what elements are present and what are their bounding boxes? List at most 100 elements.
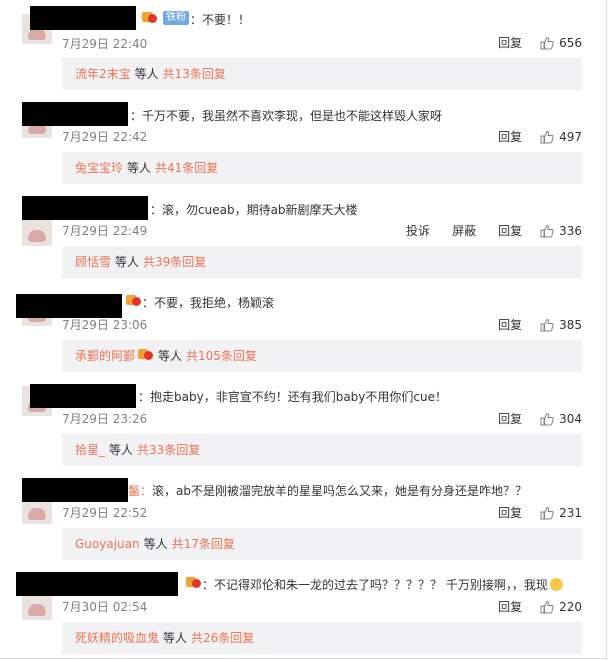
comment-prefix: 鬣： xyxy=(128,484,153,498)
comment-body: 滚，ab不是刚被溜完放羊的星星吗怎么又来，她是有分身还是咋地？？ xyxy=(152,484,527,498)
comment-date: 7月30日 02:54 xyxy=(62,600,148,614)
others-label: 等人 xyxy=(134,67,159,81)
comment-text: ：千万不要，我虽然不喜欢李现，但是也不能这样毁人家呀 xyxy=(130,107,442,124)
reply-summary: 流年2末宝 等人 共13条回复 xyxy=(62,58,582,90)
reply-summary: 兔宝宝玲 等人 共41条回复 xyxy=(62,152,582,184)
like-button[interactable]: 385 xyxy=(540,318,582,332)
thumbs-up-icon xyxy=(540,318,554,331)
reply-user-link[interactable]: 兔宝宝玲 xyxy=(75,161,123,175)
avatar-face xyxy=(28,604,46,616)
comment-text: ：不要，我拒绝，杨颖滚 xyxy=(142,296,275,310)
others-label: 等人 xyxy=(163,631,188,645)
comment-actions: 回复 231 xyxy=(476,504,582,521)
comment-item: ：抱走baby，非官宣不约！还有我们baby不用你们cue！ 7月29日 23:… xyxy=(0,376,606,470)
redacted-username xyxy=(22,196,148,220)
reply-count-link[interactable]: 共33条回复 xyxy=(137,443,200,457)
comment-prefix: ： xyxy=(150,203,163,217)
like-count: 656 xyxy=(559,35,582,50)
comment-item: 铁粉 ：不要！！ 7月29日 22:40 回复 656 流年2末宝 等人 共13条回… xyxy=(0,0,606,94)
reply-count-link[interactable]: 共105条回复 xyxy=(186,349,257,363)
thumbs-up-icon xyxy=(540,600,554,613)
redacted-username xyxy=(30,6,136,30)
reply-button[interactable]: 回复 xyxy=(498,504,522,521)
comment-date: 7月29日 22:49 xyxy=(62,224,148,238)
reply-user-link[interactable]: 拾星_ xyxy=(75,443,105,457)
others-label: 等人 xyxy=(109,443,134,457)
reply-button[interactable]: 回复 xyxy=(498,128,522,145)
heart-icon xyxy=(144,351,154,360)
reply-count-link[interactable]: 共26条回复 xyxy=(191,631,254,645)
reply-count-link[interactable]: 共39条回复 xyxy=(143,255,206,269)
reply-user-link[interactable]: 承鄞的阿鄞 xyxy=(75,349,135,363)
comment-text: ：抱走baby，非官宣不约！还有我们baby不用你们cue！ xyxy=(138,388,447,405)
redacted-username xyxy=(16,294,122,318)
comment-item: ：千万不要，我虽然不喜欢李现，但是也不能这样毁人家呀 7月29日 22:42 回… xyxy=(0,94,606,188)
reply-button[interactable]: 回复 xyxy=(498,410,522,427)
like-button[interactable]: 220 xyxy=(540,600,582,614)
report-button[interactable]: 投诉 xyxy=(406,222,430,239)
reply-summary: 承鄞的阿鄞 等人 共105条回复 xyxy=(62,340,582,372)
thumbs-up-icon xyxy=(540,130,554,143)
comment-actions: 回复 220 xyxy=(476,598,582,615)
comment-date: 7月29日 23:06 xyxy=(62,318,148,332)
heart-icon xyxy=(192,579,201,588)
reply-summary: 死妖精的吸血鬼 等人 共26条回复 xyxy=(62,622,582,654)
reply-user-link[interactable]: Guoyajuan xyxy=(75,537,140,551)
like-count: 220 xyxy=(559,599,582,614)
comment-actions: 回复 656 xyxy=(476,34,582,51)
like-button[interactable]: 336 xyxy=(540,224,582,238)
comment-prefix: ： xyxy=(130,109,143,123)
others-label: 等人 xyxy=(143,537,168,551)
reply-summary: Guoyajuan 等人 共17条回复 xyxy=(62,528,582,560)
comment-date: 7月29日 22:42 xyxy=(62,130,148,144)
like-count: 497 xyxy=(559,129,582,144)
comment-date: 7月29日 22:40 xyxy=(62,37,148,51)
like-button[interactable]: 304 xyxy=(540,412,582,426)
like-button[interactable]: 497 xyxy=(540,130,582,144)
like-count: 385 xyxy=(559,317,582,332)
reply-count-link[interactable]: 共13条回复 xyxy=(163,67,226,81)
others-label: 等人 xyxy=(115,255,140,269)
reply-user-link[interactable]: 顾恬雪 xyxy=(75,255,111,269)
avatar-face xyxy=(28,230,46,242)
reply-count-link[interactable]: 共17条回复 xyxy=(172,537,235,551)
thumbs-up-icon xyxy=(540,36,554,49)
vip-icon xyxy=(142,12,158,24)
comment-prefix: ： xyxy=(138,390,151,404)
redacted-username xyxy=(30,384,136,408)
vip-icon xyxy=(126,295,142,307)
comment-text: ：滚，勿cueab，期待ab新剧摩天大楼 xyxy=(150,201,358,218)
reply-button[interactable]: 回复 xyxy=(498,34,522,51)
comment-item: ：不记得邓伦和朱一龙的过去了吗？？？？？ 千万别接啊，，我现 7月30日 02:… xyxy=(0,564,606,658)
comment-text: 鬣：滚，ab不是刚被溜完放羊的星星吗怎么又来，她是有分身还是咋地？？ xyxy=(128,482,527,499)
comment-body: 抱走baby，非官宣不约！还有我们baby不用你们cue！ xyxy=(150,390,447,404)
reply-button[interactable]: 回复 xyxy=(498,316,522,333)
comment-date: 7月29日 23:26 xyxy=(62,412,148,426)
comment-item: ：滚，勿cueab，期待ab新剧摩天大楼 7月29日 22:49 投诉 屏蔽 回… xyxy=(0,188,606,282)
like-button[interactable]: 656 xyxy=(540,36,582,50)
fan-badge: 铁粉 xyxy=(163,11,189,25)
comment-body: ：不记得邓伦和朱一龙的过去了吗？？？？？ 千万别接啊，，我现 xyxy=(202,578,548,592)
like-button[interactable]: 231 xyxy=(540,506,582,520)
comment-text: ：不要！！ xyxy=(190,13,251,27)
block-button[interactable]: 屏蔽 xyxy=(452,222,476,239)
redacted-username xyxy=(16,572,178,596)
reply-button[interactable]: 回复 xyxy=(498,598,522,615)
reply-button[interactable]: 回复 xyxy=(498,222,522,239)
comment-actions: 回复 497 xyxy=(476,128,582,145)
reply-user-link[interactable]: 死妖精的吸血鬼 xyxy=(75,631,159,645)
comment-date: 7月29日 22:52 xyxy=(62,506,148,520)
others-label: 等人 xyxy=(158,349,183,363)
comment-actions: 回复 304 xyxy=(476,410,582,427)
redacted-username xyxy=(22,102,128,126)
like-count: 336 xyxy=(559,223,582,238)
reply-count-link[interactable]: 共41条回复 xyxy=(155,161,218,175)
avatar[interactable] xyxy=(22,216,52,246)
reply-summary: 拾星_ 等人 共33条回复 xyxy=(62,434,582,466)
thumbs-up-icon xyxy=(540,412,554,425)
reply-summary: 顾恬雪 等人 共39条回复 xyxy=(62,246,582,278)
like-count: 304 xyxy=(559,411,582,426)
comment-body: 千万不要，我虽然不喜欢李现，但是也不能这样毁人家呀 xyxy=(142,109,443,123)
reply-user-link[interactable]: 流年2末宝 xyxy=(75,67,131,81)
vip-icon xyxy=(138,349,154,361)
